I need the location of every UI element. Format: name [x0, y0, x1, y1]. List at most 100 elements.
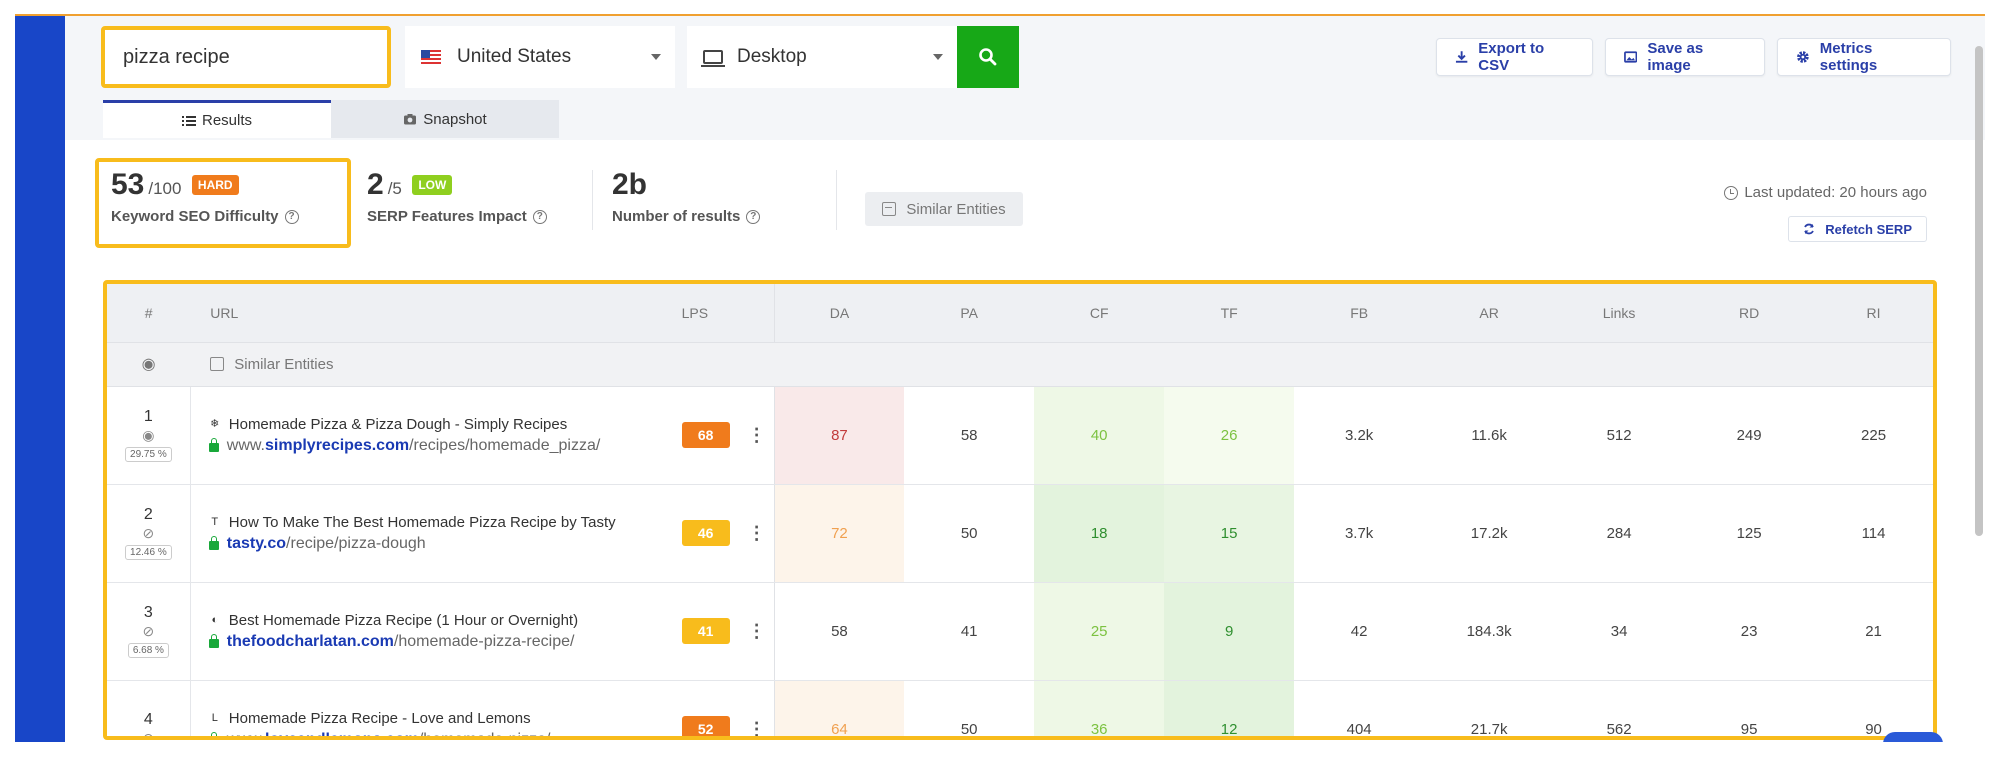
help-icon[interactable]: ? [284, 209, 299, 224]
eye-off-icon[interactable]: ⊘ [107, 524, 190, 542]
lps-cell: 52 ⋮ [671, 680, 775, 737]
tf-cell: 12 [1164, 680, 1295, 736]
more-options-icon[interactable]: ⋮ [748, 523, 766, 544]
table-row[interactable]: 2 ⊘ 12.46 % T How To Make The Best Homemade … [107, 484, 1933, 583]
fb-cell: 42 [1294, 582, 1425, 681]
keyword-difficulty-value: 53 [111, 168, 145, 201]
table-row[interactable]: 4 ⊘ L Homemade Pizza Recipe - Love and Lemo… [107, 680, 1933, 740]
result-title[interactable]: How To Make The Best Homemade Pizza Reci… [229, 514, 616, 531]
chevron-down-icon [933, 54, 943, 60]
us-flag-icon [421, 50, 441, 64]
column-header-rd[interactable]: RD [1684, 284, 1815, 343]
location-select[interactable]: United States [405, 26, 675, 88]
monitor-icon [701, 50, 725, 67]
keyword-search-input[interactable]: pizza recipe [101, 26, 391, 88]
result-title[interactable]: Homemade Pizza & Pizza Dough - Simply Re… [229, 416, 567, 433]
rank-cell: 1 ◉ 29.75 % [107, 386, 191, 485]
device-select[interactable]: Desktop [687, 26, 957, 88]
favicon-icon: ❄ [210, 418, 220, 430]
url-path: /homemade-pizza/ [418, 730, 551, 740]
favicon-icon: L [211, 712, 218, 724]
rank-cell: 4 ⊘ [107, 680, 191, 736]
more-options-icon[interactable]: ⋮ [748, 621, 766, 642]
rank-number: 1 [143, 408, 153, 425]
tab-results-label: Results [201, 112, 253, 129]
chevron-down-icon [651, 54, 661, 60]
eye-off-icon[interactable]: ⊘ [107, 622, 190, 640]
help-icon[interactable]: ? [746, 209, 761, 224]
calendar-icon [882, 202, 897, 216]
column-header-ri[interactable]: RI [1814, 284, 1933, 343]
column-header-lps[interactable]: LPS [671, 284, 775, 343]
ri-cell: 21 [1814, 582, 1933, 681]
column-header-links[interactable]: Links [1554, 284, 1685, 343]
result-domain[interactable]: tasty.co [227, 535, 286, 553]
result-domain[interactable]: loveandlemons.com [265, 731, 419, 737]
download-icon [1455, 51, 1468, 63]
metrics-settings-button[interactable]: Metrics settings [1777, 38, 1951, 76]
similar-entities-row[interactable]: ◉ Similar Entities [107, 342, 1933, 387]
ar-cell: 21.7k [1424, 680, 1555, 736]
export-csv-button[interactable]: Export to CSV [1436, 38, 1593, 76]
rd-cell: 249 [1684, 386, 1815, 485]
column-header-fb[interactable]: FB [1294, 284, 1425, 343]
da-cell: 87 [774, 386, 905, 485]
more-options-icon[interactable]: ⋮ [748, 719, 766, 737]
column-header-tf[interactable]: TF [1164, 284, 1295, 343]
rank-cell: 3 ⊘ 6.68 % [107, 582, 191, 681]
keyword-difficulty-metric: 53/100 HARD Keyword SEO Difficulty? [111, 168, 299, 225]
lock-icon [208, 438, 219, 452]
device-select-value: Desktop [737, 46, 807, 67]
rd-cell: 125 [1684, 484, 1815, 583]
save-as-image-button[interactable]: Save as image [1605, 38, 1765, 76]
ctr-percent: 12.46 % [125, 545, 172, 560]
result-domain[interactable]: simplyrecipes.com [265, 437, 409, 455]
table-row[interactable]: 3 ⊘ 6.68 % ◐ Best Homemade Pizza Recipe (1 H… [107, 582, 1933, 681]
column-header-pa[interactable]: PA [904, 284, 1035, 343]
scrollbar[interactable] [1975, 46, 1983, 536]
lps-badge: 52 [681, 716, 730, 736]
eye-off-icon[interactable]: ⊘ [107, 729, 190, 736]
table-header-row: # URL LPS DA PA CF TF FB AR Links RD RI [107, 284, 1933, 343]
result-domain[interactable]: thefoodcharlatan.com [227, 633, 394, 651]
search-button[interactable] [957, 26, 1019, 88]
favicon-icon: ◐ [211, 614, 219, 626]
fb-cell: 404 [1294, 680, 1425, 736]
column-header-ar[interactable]: AR [1424, 284, 1555, 343]
chat-widget-button[interactable] [1883, 732, 1943, 742]
clock-icon [1724, 185, 1739, 200]
tab-snapshot[interactable]: Snapshot [331, 100, 559, 138]
table-row[interactable]: 1 ◉ 29.75 % ❄ Homemade Pizza & Pizza Dough -… [107, 386, 1933, 485]
help-icon[interactable]: ? [532, 209, 547, 224]
links-cell: 562 [1554, 680, 1685, 736]
result-title[interactable]: Best Homemade Pizza Recipe (1 Hour or Ov… [229, 612, 578, 629]
result-title[interactable]: Homemade Pizza Recipe - Love and Lemons [229, 710, 531, 727]
lps-badge: 46 [681, 520, 730, 546]
lock-icon [210, 732, 217, 736]
more-options-icon[interactable]: ⋮ [748, 425, 766, 446]
left-sidebar [15, 16, 65, 742]
eye-icon[interactable]: ◉ [107, 342, 191, 387]
column-header-url[interactable]: URL [190, 284, 672, 343]
top-toolbar: pizza recipe United States Desktop Expor… [65, 16, 1985, 140]
fb-cell: 3.7k [1294, 484, 1425, 583]
serp-impact-badge: LOW [412, 175, 453, 195]
view-tabs: Results Snapshot [103, 100, 559, 138]
app-frame: pizza recipe United States Desktop Expor… [15, 14, 1985, 742]
tf-cell: 15 [1164, 484, 1295, 583]
url-prefix: www. [226, 436, 265, 454]
tab-results[interactable]: Results [103, 100, 331, 138]
column-header-da[interactable]: DA [774, 284, 905, 343]
similar-entities-button[interactable]: Similar Entities [865, 192, 1023, 226]
url-path: /homemade-pizza-recipe/ [393, 632, 575, 650]
column-header-cf[interactable]: CF [1034, 284, 1165, 343]
refetch-serp-button[interactable]: Refetch SERP [1788, 216, 1927, 242]
lps-cell: 68 ⋮ [671, 386, 775, 485]
image-icon [1624, 51, 1638, 63]
results-content: 53/100 HARD Keyword SEO Difficulty? 2/5 … [65, 140, 1985, 742]
refetch-serp-label: Refetch SERP [1825, 221, 1912, 237]
metrics-settings-label: Metrics settings [1819, 40, 1878, 74]
list-icon [181, 115, 196, 126]
eye-icon[interactable]: ◉ [107, 426, 190, 444]
column-header-rank[interactable]: # [107, 284, 191, 343]
